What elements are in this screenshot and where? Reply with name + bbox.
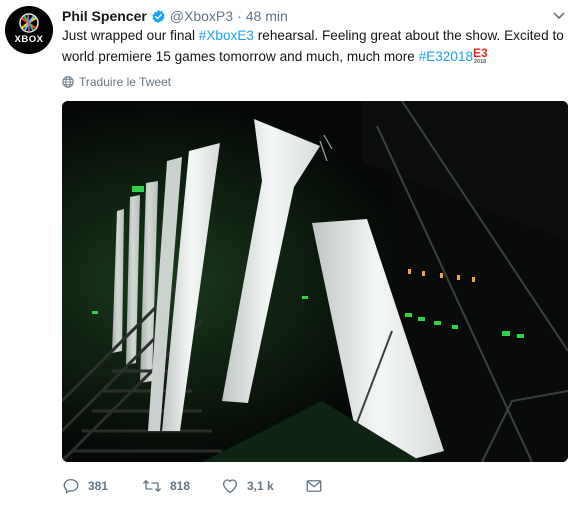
tweet-media-photo[interactable] — [62, 101, 568, 462]
globe-icon — [62, 76, 74, 88]
hashtag-xboxe3-link[interactable]: #XboxE3 — [199, 28, 254, 43]
xbox-logo-icon — [5, 6, 53, 54]
chevron-down-icon[interactable] — [552, 9, 566, 23]
reply-count: 381 — [88, 479, 109, 493]
reply-icon — [63, 478, 79, 494]
retweet-count: 818 — [170, 479, 191, 493]
translate-tweet-link[interactable]: Traduire le Tweet — [62, 74, 171, 90]
tweet-text: Just wrapped our final #XboxE3 rehearsal… — [62, 26, 567, 67]
author-handle[interactable]: @XboxP3 — [170, 8, 233, 24]
message-icon — [306, 480, 322, 492]
translate-label: Traduire le Tweet — [79, 75, 172, 89]
stage-photo — [62, 101, 568, 462]
heart-icon — [222, 479, 238, 494]
e3-badge-text: E3 — [473, 46, 488, 60]
retweet-button[interactable]: 818 — [142, 477, 221, 495]
tweet-actions: 381 818 3,1 k — [62, 476, 331, 496]
reply-button[interactable]: 381 — [62, 477, 142, 495]
tweet-text-part-1: Just wrapped our final — [62, 28, 199, 43]
tweet-timestamp[interactable]: 48 min — [246, 8, 288, 24]
avatar-text: XBOX — [14, 34, 44, 45]
direct-message-button[interactable] — [305, 477, 331, 495]
like-button[interactable]: 3,1 k — [221, 477, 305, 495]
e3-emoji-icon: E3 2018 — [473, 46, 490, 64]
avatar[interactable]: XBOX — [5, 6, 53, 54]
separator-dot: · — [237, 8, 242, 24]
hashtag-e32018-link[interactable]: #E32018 — [419, 49, 473, 64]
author-name[interactable]: Phil Spencer — [62, 8, 147, 24]
tweet-header: Phil Spencer @XboxP3 · 48 min — [62, 6, 288, 26]
verified-badge-icon — [152, 9, 165, 23]
like-count: 3,1 k — [247, 479, 274, 493]
tweet-card: XBOX Phil Spencer @XboxP3 · 48 min Just … — [0, 0, 587, 505]
e3-badge-year: 2018 — [474, 59, 486, 64]
retweet-icon — [143, 480, 161, 492]
